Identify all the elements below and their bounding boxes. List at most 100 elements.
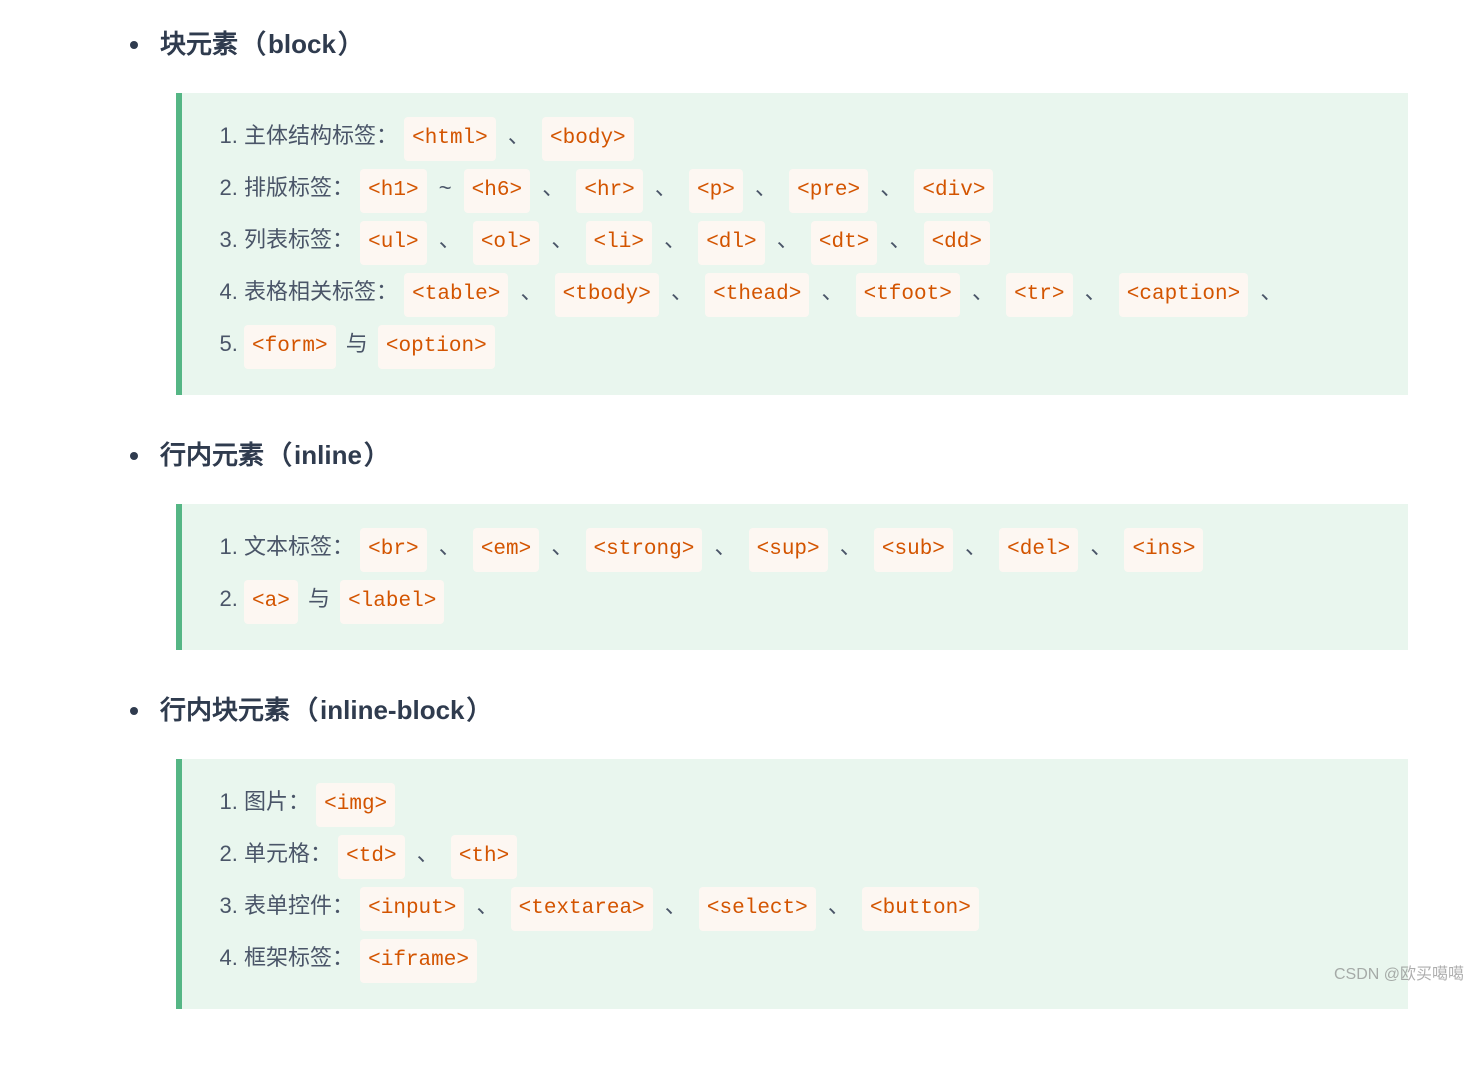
- item-label: 框架标签：: [244, 945, 354, 970]
- callout-box: 图片： <img>单元格： <td> 、 <th>表单控件： <input> 、…: [176, 759, 1408, 1009]
- code-tag: <caption>: [1119, 273, 1248, 317]
- separator: 、: [655, 175, 677, 200]
- separator: 、: [671, 279, 693, 304]
- item-label: 文本标签：: [244, 534, 354, 559]
- code-tag: <form>: [244, 325, 336, 369]
- document-root: 块元素（block）主体结构标签： <html> 、 <body>排版标签： <…: [130, 20, 1408, 1009]
- separator: 、: [828, 893, 850, 918]
- code-tag: <table>: [404, 273, 508, 317]
- separator: 、: [965, 534, 987, 559]
- code-tag: <input>: [360, 887, 464, 931]
- separator: 、: [1260, 279, 1282, 304]
- item-label: 排版标签：: [244, 175, 354, 200]
- code-tag: <img>: [316, 783, 395, 827]
- code-tag: <h1>: [360, 169, 426, 213]
- code-tag: <option>: [378, 325, 495, 369]
- ordered-list: 文本标签： <br> 、 <em> 、 <strong> 、 <sup> 、 <…: [216, 524, 1382, 628]
- item-label: 列表标签：: [244, 227, 354, 252]
- list-item: 表格相关标签： <table> 、 <tbody> 、 <thead> 、 <t…: [244, 269, 1382, 321]
- paren-open: （: [266, 431, 292, 480]
- list-item: 图片： <img>: [244, 779, 1382, 831]
- separator: 、: [439, 227, 461, 252]
- ordered-list: 图片： <img>单元格： <td> 、 <th>表单控件： <input> 、…: [216, 779, 1382, 987]
- list-item: 主体结构标签： <html> 、 <body>: [244, 113, 1382, 165]
- list-item: <a> 与 <label>: [244, 576, 1382, 628]
- separator: 、: [1085, 279, 1107, 304]
- item-label: 主体结构标签：: [244, 123, 398, 148]
- separator: 、: [551, 227, 573, 252]
- separator: 、: [889, 227, 911, 252]
- code-tag: <del>: [999, 528, 1078, 572]
- heading-en: inline: [294, 431, 362, 480]
- code-tag: <ol>: [473, 221, 539, 265]
- code-tag: <tr>: [1006, 273, 1072, 317]
- separator: 、: [665, 893, 687, 918]
- separator: 、: [880, 175, 902, 200]
- code-tag: <sup>: [749, 528, 828, 572]
- tilde: ~: [439, 175, 452, 200]
- item-label: 表格相关标签：: [244, 279, 398, 304]
- code-tag: <iframe>: [360, 939, 477, 983]
- list-item: <form> 与 <option>: [244, 321, 1382, 373]
- heading-en: inline-block: [320, 686, 464, 735]
- code-tag: <div>: [914, 169, 993, 213]
- callout-box: 主体结构标签： <html> 、 <body>排版标签： <h1> ~ <h6>…: [176, 93, 1408, 394]
- callout-box: 文本标签： <br> 、 <em> 、 <strong> 、 <sup> 、 <…: [176, 504, 1408, 650]
- separator: 、: [821, 279, 843, 304]
- separator: 、: [1090, 534, 1112, 559]
- code-tag: <body>: [542, 117, 634, 161]
- code-tag: <hr>: [576, 169, 642, 213]
- code-tag: <button>: [862, 887, 979, 931]
- paren-open: （: [292, 686, 318, 735]
- section: 行内块元素（inline-block） 图片： <img>单元格： <td> 、 …: [130, 686, 1408, 1009]
- section-heading: 行内元素（inline）: [130, 431, 1408, 480]
- bullet-icon: [130, 707, 138, 715]
- list-item: 单元格： <td> 、 <th>: [244, 831, 1382, 883]
- code-tag: <dl>: [698, 221, 764, 265]
- paren-close: ）: [467, 686, 493, 735]
- code-tag: <sub>: [874, 528, 953, 572]
- code-tag: <tbody>: [555, 273, 659, 317]
- code-tag: <br>: [360, 528, 426, 572]
- list-item: 列表标签： <ul> 、 <ol> 、 <li> 、 <dl> 、 <dt> 、…: [244, 217, 1382, 269]
- code-tag: <p>: [689, 169, 743, 213]
- section-heading: 行内块元素（inline-block）: [130, 686, 1408, 735]
- heading-en: block: [268, 20, 336, 69]
- heading-cn: 块元素: [160, 20, 238, 69]
- code-tag: <th>: [451, 835, 517, 879]
- list-item: 文本标签： <br> 、 <em> 、 <strong> 、 <sup> 、 <…: [244, 524, 1382, 576]
- separator: 、: [664, 227, 686, 252]
- separator: 、: [439, 534, 461, 559]
- separator: 、: [777, 227, 799, 252]
- separator: 、: [840, 534, 862, 559]
- separator: 、: [972, 279, 994, 304]
- section-heading: 块元素（block）: [130, 20, 1408, 69]
- list-item: 排版标签： <h1> ~ <h6> 、 <hr> 、 <p> 、 <pre> 、…: [244, 165, 1382, 217]
- separator: 、: [417, 841, 439, 866]
- code-tag: <pre>: [789, 169, 868, 213]
- paren-close: ）: [338, 20, 364, 69]
- code-tag: <ul>: [360, 221, 426, 265]
- paren-close: ）: [364, 431, 390, 480]
- code-tag: <td>: [338, 835, 404, 879]
- heading-cn: 行内块元素: [160, 686, 290, 735]
- code-tag: <h6>: [464, 169, 530, 213]
- separator: 、: [755, 175, 777, 200]
- separator: 、: [714, 534, 736, 559]
- separator: 、: [476, 893, 498, 918]
- and-word: 与: [308, 586, 330, 611]
- and-word: 与: [346, 331, 368, 356]
- code-tag: <a>: [244, 580, 298, 624]
- code-tag: <label>: [340, 580, 444, 624]
- bullet-icon: [130, 41, 138, 49]
- code-tag: <thead>: [705, 273, 809, 317]
- ordered-list: 主体结构标签： <html> 、 <body>排版标签： <h1> ~ <h6>…: [216, 113, 1382, 372]
- code-tag: <strong>: [586, 528, 703, 572]
- separator: 、: [508, 123, 530, 148]
- list-item: 表单控件： <input> 、 <textarea> 、 <select> 、 …: [244, 883, 1382, 935]
- code-tag: <textarea>: [511, 887, 653, 931]
- code-tag: <em>: [473, 528, 539, 572]
- heading-cn: 行内元素: [160, 431, 264, 480]
- section: 块元素（block）主体结构标签： <html> 、 <body>排版标签： <…: [130, 20, 1408, 395]
- separator: 、: [542, 175, 564, 200]
